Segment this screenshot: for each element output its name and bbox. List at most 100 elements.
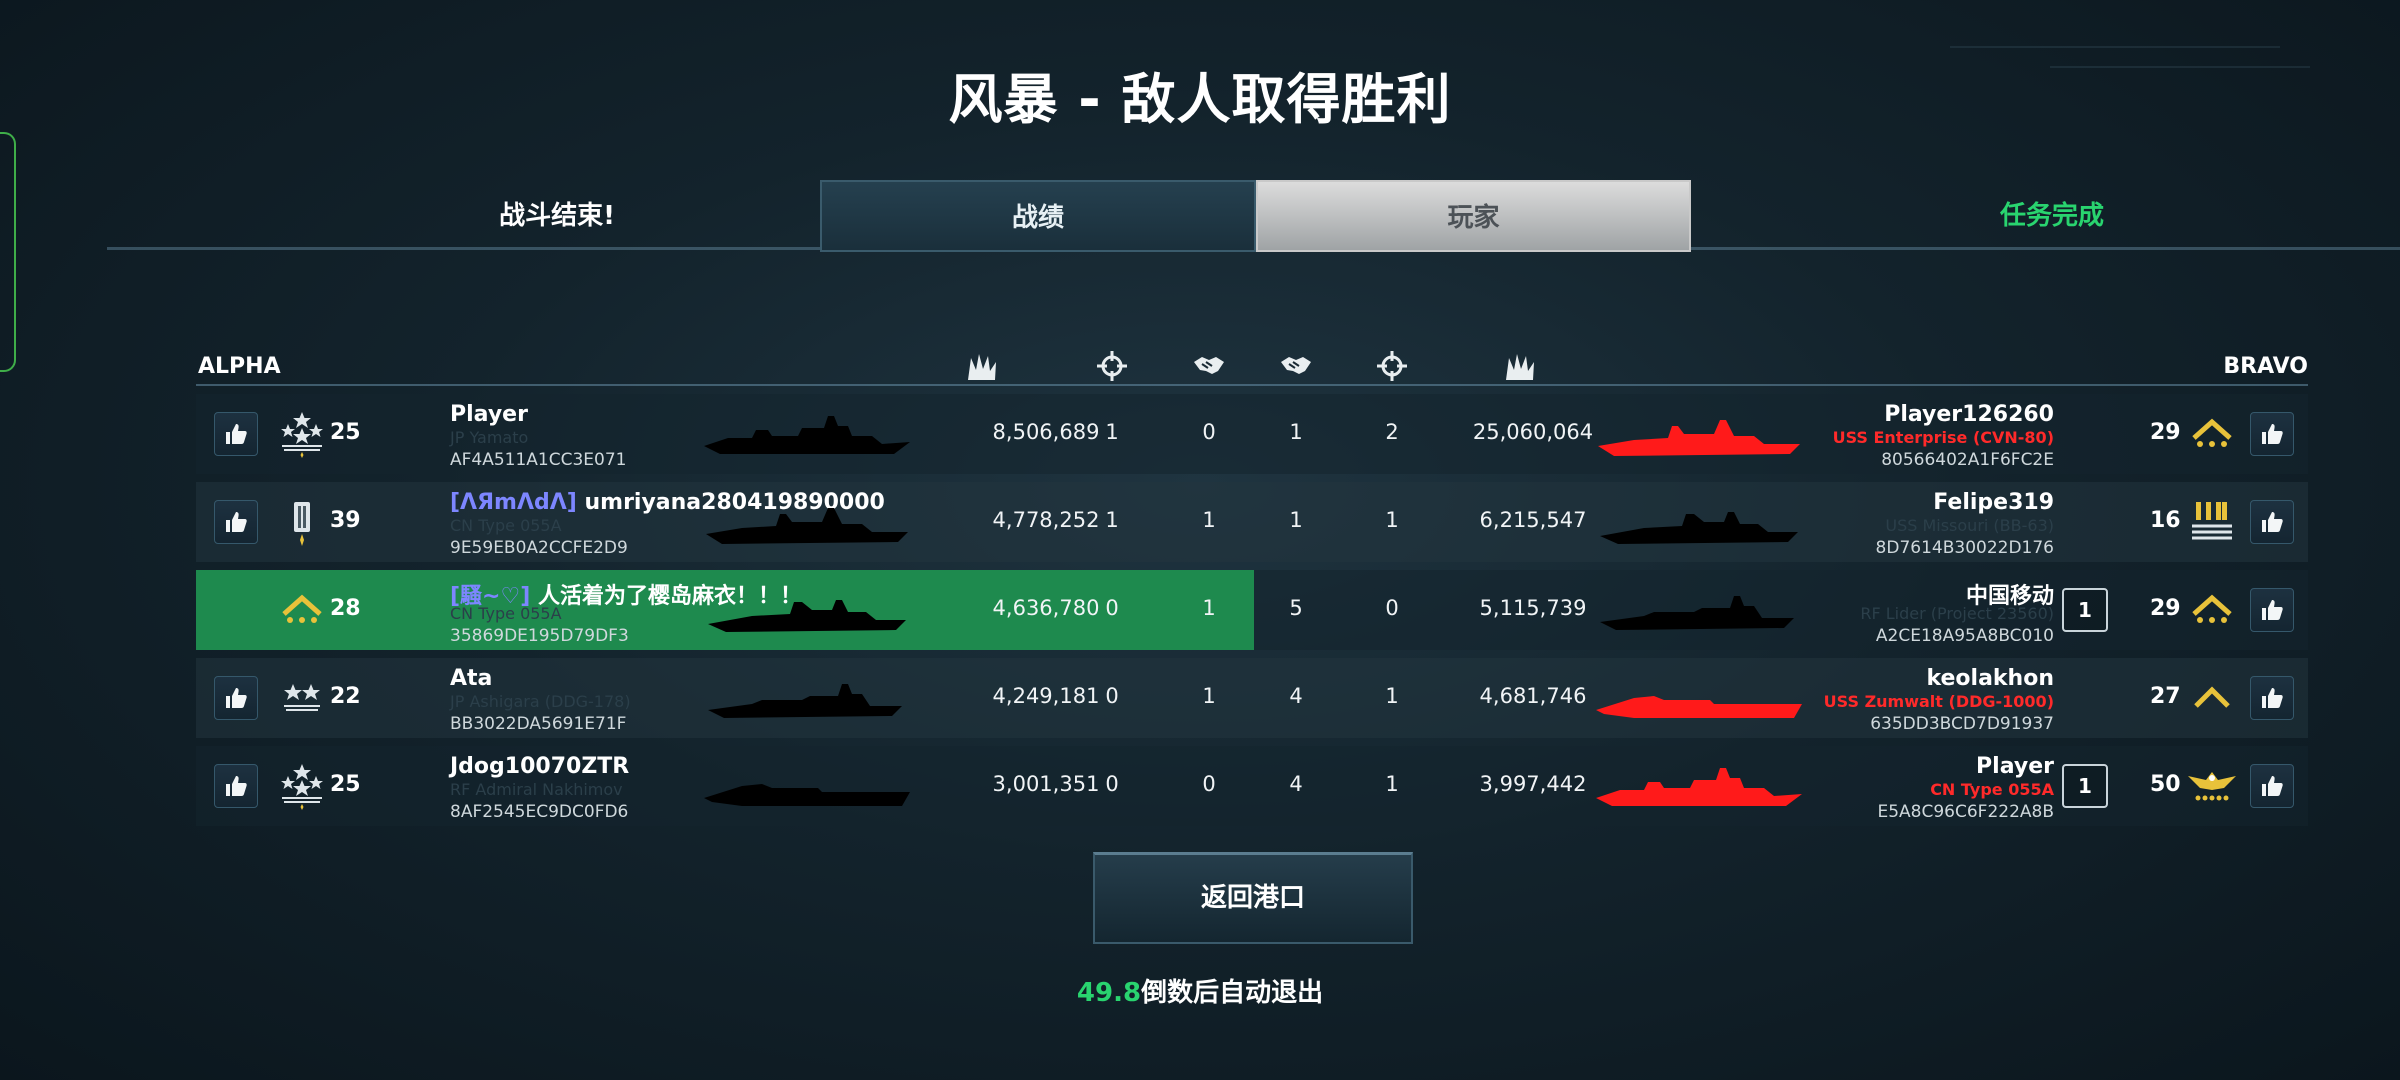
player-name: Player — [450, 402, 528, 427]
damage-icon — [962, 348, 1002, 384]
ship-silhouette — [702, 758, 912, 814]
damage-value: 3,997,442 — [1479, 772, 1587, 796]
player-id: 35869DE195D79DF3 — [450, 626, 629, 646]
ship-silhouette — [1594, 670, 1804, 726]
auto-exit-countdown: 49.8倒数后自动退出 — [0, 972, 2400, 1009]
tab-stats[interactable]: 战绩 — [820, 180, 1256, 252]
tab-players[interactable]: 玩家 — [1256, 180, 1691, 252]
thumbs-up-icon — [226, 776, 247, 796]
player-level: 22 — [330, 684, 361, 709]
thumbs-up-icon — [226, 424, 247, 444]
player-id: 8AF2545EC9DC0FD6 — [450, 802, 629, 822]
like-button[interactable] — [214, 764, 258, 808]
kills-value: 1 — [1385, 508, 1399, 532]
player-level: 27 — [2150, 684, 2181, 709]
ship-name: RF Admiral Nakhimov — [450, 780, 623, 799]
player-name: Player — [1976, 754, 2054, 779]
assists-value: 4 — [1289, 772, 1303, 796]
player-name: Player126260 — [1884, 402, 2054, 427]
ship-name: USS Missouri (BB-63) — [1885, 516, 2054, 535]
team-bravo-label: BRAVO — [2223, 354, 2308, 379]
player-id: AF4A511A1CC3E071 — [450, 450, 627, 470]
player-level: 16 — [2150, 508, 2181, 533]
like-button[interactable] — [214, 412, 258, 456]
player-name-text: Jdog10070ZTR — [450, 754, 630, 779]
assists-value: 1 — [1289, 420, 1303, 444]
assists-value: 1 — [1202, 684, 1216, 708]
bars-rank-icon — [2186, 498, 2238, 546]
chevron-single-icon — [2186, 674, 2238, 722]
ship-name: USS Enterprise (CVN-80) — [1832, 428, 2054, 447]
like-button[interactable] — [2250, 500, 2294, 544]
ship-silhouette — [1594, 406, 1804, 462]
table-row: 25 Player JP Yamato AF4A511A1CC3E071 8,506,6… — [196, 394, 2308, 474]
assists-value: 0 — [1202, 772, 1216, 796]
tab-mission-complete[interactable]: 任务完成 — [1827, 180, 2277, 252]
stars-3-icon — [276, 410, 328, 458]
tab-battle-end[interactable]: 战斗结束! — [347, 180, 767, 252]
like-button[interactable] — [214, 676, 258, 720]
ship-name: RF Lider (Project 23560) — [1860, 604, 2054, 623]
player-level: 29 — [2150, 420, 2181, 445]
kills-value: 1 — [1105, 420, 1119, 444]
player-level: 50 — [2150, 772, 2181, 797]
ship-silhouette — [702, 670, 912, 726]
damage-value: 4,681,746 — [1479, 684, 1587, 708]
return-to-port-button[interactable]: 返回港口 — [1093, 852, 1413, 944]
thumbs-up-icon — [2262, 512, 2283, 532]
assists-value: 0 — [1202, 420, 1216, 444]
assists-value: 1 — [1202, 596, 1216, 620]
ship-name: JP Ashigara (DDG-178) — [450, 692, 631, 711]
table-row: 25 Jdog10070ZTR RF Admiral Nakhimov 8AF2545… — [196, 746, 2308, 826]
like-button[interactable] — [2250, 676, 2294, 720]
thumbs-up-icon — [226, 512, 247, 532]
countdown-seconds: 49.8 — [1076, 978, 1142, 1008]
kills-value: 1 — [1105, 508, 1119, 532]
table-row: 22 Ata JP Ashigara (DDG-178) BB3022DA5691E7… — [196, 658, 2308, 738]
kills-value: 1 — [1385, 684, 1399, 708]
thumbs-up-icon — [226, 688, 247, 708]
damage-value: 4,636,780 — [992, 596, 1100, 620]
squad-badge: 1 — [2062, 764, 2108, 808]
ship-name: CN Type 055A — [1930, 780, 2054, 799]
like-button[interactable] — [2250, 764, 2294, 808]
ship-silhouette — [702, 406, 912, 462]
thumbs-up-icon — [2262, 776, 2283, 796]
damage-value: 4,249,181 — [992, 684, 1100, 708]
page-title: 风暴 - 敌人取得胜利 — [948, 68, 1452, 131]
player-level: 25 — [330, 772, 361, 797]
assists-value: 1 — [1289, 508, 1303, 532]
like-button[interactable] — [2250, 588, 2294, 632]
damage-value: 5,115,739 — [1479, 596, 1587, 620]
side-panel-tab[interactable] — [0, 132, 16, 372]
player-id: 8D7614B30022D176 — [1875, 538, 2054, 558]
like-button[interactable] — [2250, 412, 2294, 456]
player-name-text: Player — [450, 402, 528, 427]
player-name: Ata — [450, 666, 492, 691]
player-level: 28 — [330, 596, 361, 621]
damage-value: 8,506,689 — [992, 420, 1100, 444]
clan-tag: [ɅЯmɅdɅ] — [450, 490, 577, 515]
ship-name: CN Type 055A — [450, 604, 562, 623]
player-level: 25 — [330, 420, 361, 445]
player-id: 635DD3BCD7D91937 — [1870, 714, 2054, 734]
ship-name: CN Type 055A — [450, 516, 562, 535]
damage-value: 3,001,351 — [992, 772, 1100, 796]
like-button[interactable] — [214, 500, 258, 544]
team-alpha-label: ALPHA — [198, 354, 281, 379]
thumbs-up-icon — [2262, 688, 2283, 708]
damage-value: 4,778,252 — [992, 508, 1100, 532]
chevron-rank-icon — [2186, 410, 2238, 458]
bar-rank-icon — [276, 498, 328, 546]
player-id: 9E59EB0A2CCFE2D9 — [450, 538, 628, 558]
table-row: 39 [ɅЯmɅdɅ] umriyana280419890000 CN Type 0… — [196, 482, 2308, 562]
player-id: 80566402A1F6FC2E — [1881, 450, 2054, 470]
player-level: 29 — [2150, 596, 2181, 621]
squad-badge: 1 — [2062, 588, 2108, 632]
stars-3-icon — [276, 762, 328, 810]
kills-value: 0 — [1385, 596, 1399, 620]
assists-value: 1 — [1202, 508, 1216, 532]
chevron-rank-icon — [2186, 586, 2238, 634]
kills-value: 0 — [1105, 684, 1119, 708]
thumbs-up-icon — [2262, 600, 2283, 620]
